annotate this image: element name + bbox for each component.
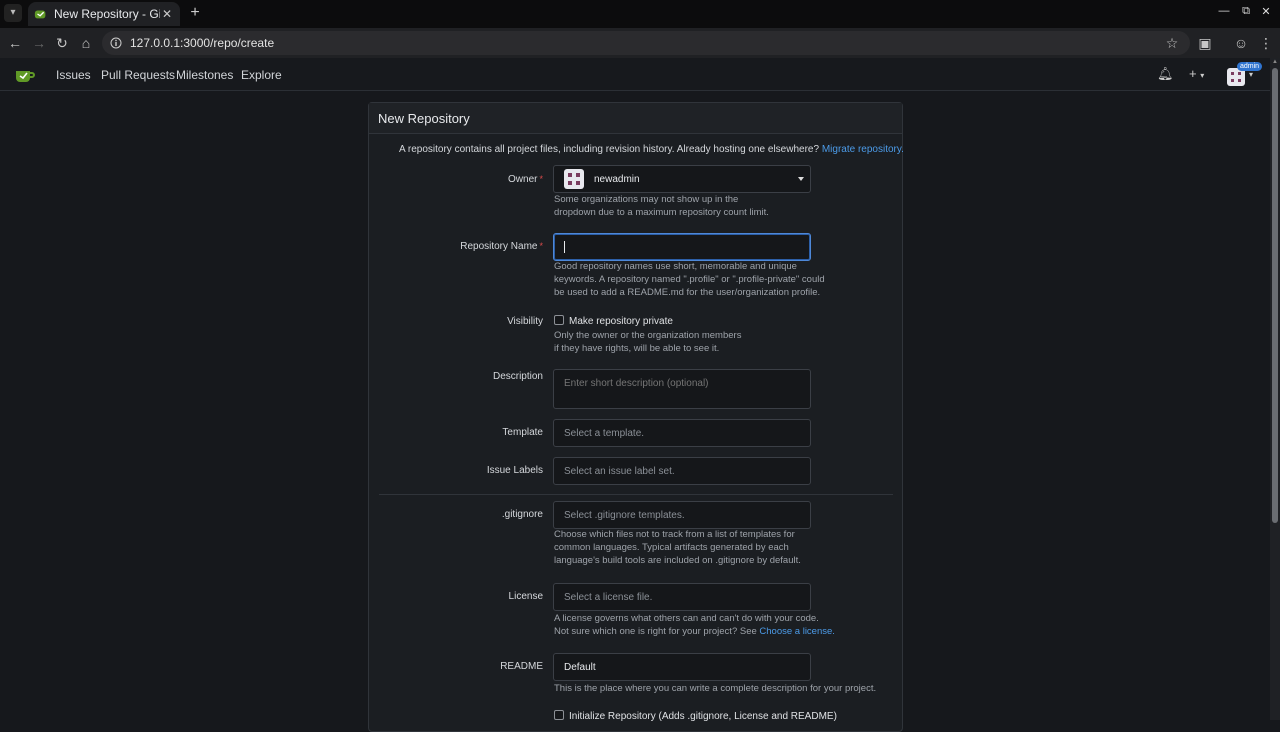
home-icon[interactable]: ⌂ xyxy=(77,34,95,52)
description-label: Description xyxy=(492,371,543,382)
tab-title: New Repository - Gitea xyxy=(54,7,160,21)
text-caret xyxy=(564,241,565,253)
license-dropdown[interactable]: Select a license file. xyxy=(553,583,811,611)
forward-icon[interactable]: → xyxy=(30,34,48,52)
license-label: License xyxy=(508,591,543,602)
owner-dropdown[interactable]: newadmin xyxy=(553,165,811,193)
new-repo-form: New Repository A repository contains all… xyxy=(368,102,904,732)
gitignore-dropdown[interactable]: Select .gitignore templates. xyxy=(553,501,811,529)
scroll-thumb[interactable] xyxy=(1272,68,1278,523)
template-dropdown[interactable]: Select a template. xyxy=(553,419,811,447)
page-scrollbar[interactable]: ▲ xyxy=(1270,58,1280,720)
description-textarea[interactable] xyxy=(553,369,811,409)
dropdown-caret-icon xyxy=(798,177,804,181)
browser-tab-active[interactable]: New Repository - Gitea ✕ xyxy=(28,2,180,26)
gitea-logo-icon[interactable] xyxy=(14,65,36,85)
tab-search-icon[interactable]: ▾ xyxy=(4,4,22,22)
address-bar[interactable]: 127.0.0.1:3000/repo/create xyxy=(102,31,1190,55)
site-info-icon[interactable] xyxy=(110,37,122,49)
license-help: A license governs what others can and ca… xyxy=(554,613,835,637)
bookmark-star-icon[interactable]: ☆ xyxy=(1163,34,1181,52)
choose-license-link[interactable]: Choose a license. xyxy=(759,626,835,637)
intro-text: A repository contains all project files,… xyxy=(399,144,904,155)
restore-icon[interactable]: ⧉ xyxy=(1238,5,1254,18)
issue-labels-dropdown[interactable]: Select an issue label set. xyxy=(553,457,811,485)
nav-pull-requests[interactable]: Pull Requests xyxy=(101,68,175,82)
readme-dropdown[interactable]: Default xyxy=(553,653,811,681)
visibility-help: Only the owner or the organization membe… xyxy=(554,330,742,354)
user-menu[interactable]: admin ▾ xyxy=(1227,62,1263,87)
owner-value: newadmin xyxy=(594,173,640,185)
migrate-repository-link[interactable]: Migrate repository. xyxy=(822,144,904,155)
template-label: Template xyxy=(502,427,543,438)
gitignore-label: .gitignore xyxy=(501,509,543,520)
tab-close-icon[interactable]: ✕ xyxy=(160,7,174,21)
browser-menu-icon[interactable]: ⋮ xyxy=(1257,34,1275,52)
init-repo-checkbox-row[interactable]: Initialize Repository (Adds .gitignore, … xyxy=(554,710,837,722)
nav-issues[interactable]: Issues xyxy=(56,68,91,82)
browser-tabstrip: ▾ New Repository - Gitea ✕ + — ⧉ ✕ xyxy=(0,0,1280,28)
back-icon[interactable]: ← xyxy=(6,34,24,52)
gitignore-help: Choose which files not to track from a l… xyxy=(554,529,801,566)
visibility-label: Visibility xyxy=(507,316,543,327)
private-checkbox[interactable] xyxy=(554,315,564,325)
extensions-icon[interactable]: ▣ xyxy=(1196,34,1214,52)
reload-icon[interactable]: ↻ xyxy=(53,34,71,52)
private-checkbox-row[interactable]: Make repository private xyxy=(554,315,673,327)
chevron-down-icon: ▾ xyxy=(1249,70,1254,79)
scroll-up-icon[interactable]: ▲ xyxy=(1271,59,1279,67)
owner-help: Some organizations may not show up in th… xyxy=(554,194,769,218)
gitea-favicon-icon xyxy=(34,10,46,19)
minimize-icon[interactable]: — xyxy=(1216,5,1232,17)
issue-labels-label: Issue Labels xyxy=(486,465,543,476)
owner-avatar xyxy=(564,169,584,189)
nav-milestones[interactable]: Milestones xyxy=(176,68,233,82)
repo-name-label: Repository Name * xyxy=(460,241,543,252)
owner-label: Owner * xyxy=(508,174,543,185)
repo-name-input[interactable] xyxy=(553,233,811,261)
nav-explore[interactable]: Explore xyxy=(241,68,282,82)
url-text: 127.0.0.1:3000/repo/create xyxy=(130,36,275,50)
readme-label: README xyxy=(500,661,543,672)
gitea-navbar: Issues Pull Requests Milestones Explore … xyxy=(0,58,1270,91)
init-repo-checkbox[interactable] xyxy=(554,710,564,720)
window-close-icon[interactable]: ✕ xyxy=(1258,5,1274,18)
browser-toolbar: ← → ↻ ⌂ 127.0.0.1:3000/repo/create ☆ ▣ ☺… xyxy=(0,28,1280,58)
create-new-plus-icon[interactable]: + ▾ xyxy=(1189,66,1204,81)
new-tab-button[interactable]: + xyxy=(186,4,204,22)
profile-icon[interactable]: ☺ xyxy=(1232,34,1250,52)
readme-help: This is the place where you can write a … xyxy=(554,683,877,694)
notifications-bell-icon[interactable]: 🔔︎ xyxy=(1157,66,1174,82)
section-divider xyxy=(379,494,893,495)
repo-name-help: Good repository names use short, memorab… xyxy=(554,261,825,298)
page-title: New Repository xyxy=(369,103,902,134)
